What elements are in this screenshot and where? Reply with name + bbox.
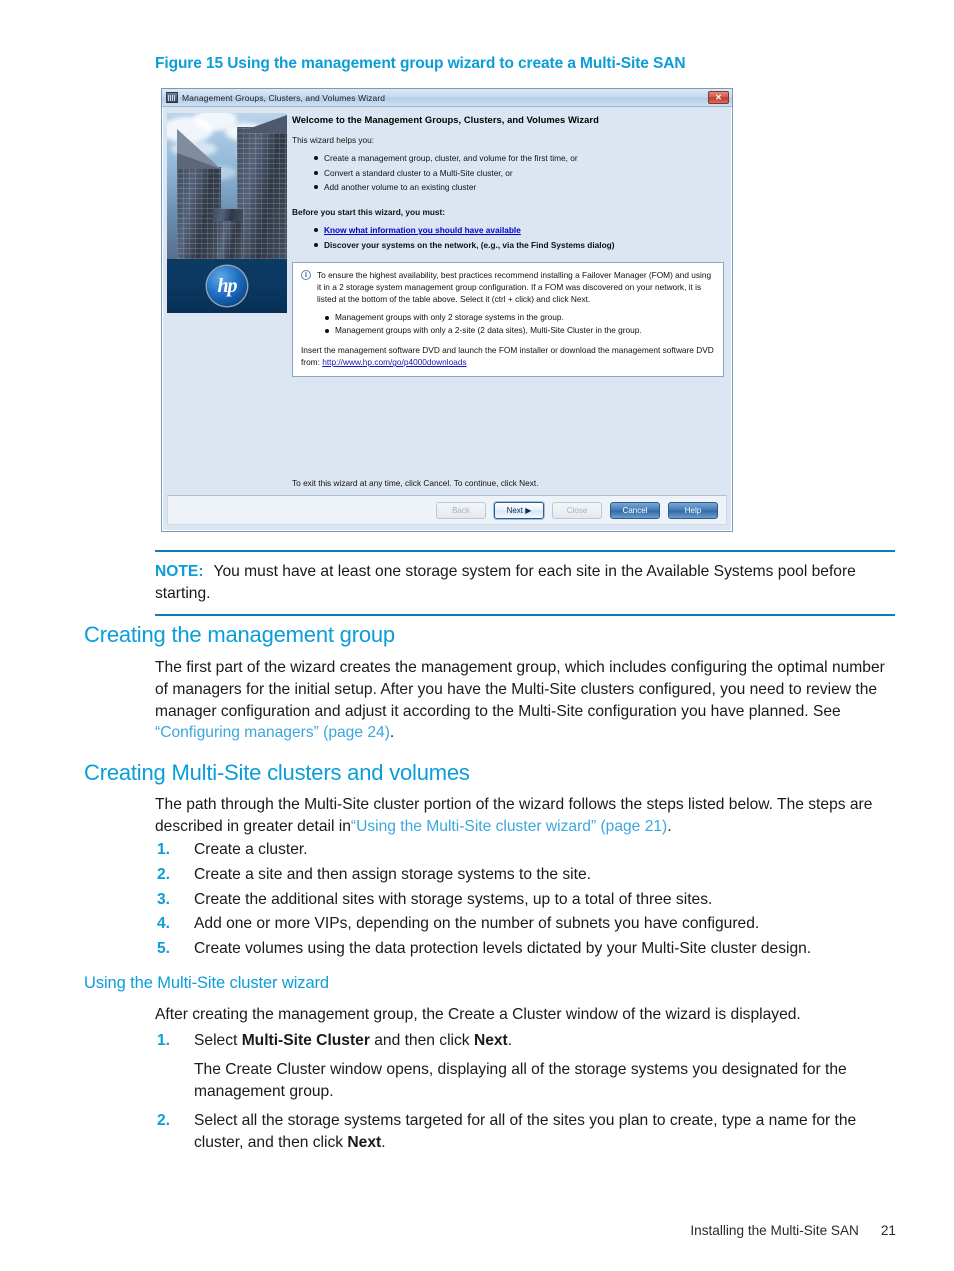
steps-list-clusters: 1. Create a cluster. 2. Create a site and …: [155, 839, 900, 963]
application-icon: [166, 92, 178, 103]
list-item: Add another volume to an existing cluste…: [314, 181, 724, 193]
list-item: 4. Add one or more VIPs, depending on the…: [155, 913, 900, 935]
configuring-managers-xref[interactable]: “Configuring managers” (page 24): [155, 724, 390, 741]
note-block: NOTE: You must have at least one storage …: [155, 550, 895, 616]
step-number: 2.: [157, 865, 171, 883]
list-item: Know what information you should have av…: [314, 224, 724, 236]
help-button[interactable]: Help: [668, 501, 718, 519]
page-number: 21: [880, 1223, 896, 1238]
step-number: 1.: [157, 841, 171, 858]
step-text: Add one or more VIPs, depending on the n…: [194, 915, 760, 933]
hp-logo: hp: [167, 259, 287, 313]
wizard-before-heading: Before you start this wizard, you must:: [292, 207, 446, 218]
downloads-link[interactable]: http://www.hp.com/go/p4000downloads: [322, 357, 466, 367]
step-number: 1.: [157, 1032, 171, 1049]
close-icon[interactable]: ✕: [708, 91, 729, 104]
step-text: Create the additional sites with storage…: [194, 890, 713, 908]
wizard-exit-note: To exit this wizard at any time, click C…: [292, 478, 539, 488]
wizard-dialog: Management Groups, Clusters, and Volumes…: [161, 88, 733, 532]
wizard-welcome-heading: Welcome to the Management Groups, Cluste…: [292, 114, 599, 125]
info-icon: i: [301, 270, 311, 281]
step-text-bold-next: Next: [473, 1032, 508, 1049]
wizard-title-bar: Management Groups, Clusters, and Volumes…: [162, 89, 732, 107]
wizard-info-box: i To ensure the highest availability, be…: [292, 262, 724, 377]
step-text: Create a site and then assign storage sy…: [194, 865, 591, 883]
wizard-helps-list: Create a management group, cluster, and …: [292, 152, 724, 193]
list-item: 2. Select all the storage systems targete…: [155, 1110, 900, 1154]
list-item: Discover your systems on the network, (e…: [314, 239, 724, 251]
back-button[interactable]: Back: [436, 501, 486, 519]
info-box-paragraph: To ensure the highest availability, best…: [317, 270, 712, 305]
list-item: Management groups with only 2 storage sy…: [325, 312, 715, 324]
paragraph-using-wizard-intro: After creating the management group, the…: [155, 1006, 801, 1023]
paragraph-text: The first part of the wizard creates the…: [155, 659, 885, 720]
paragraph-creating-clusters: The path through the Multi-Site cluster …: [155, 794, 897, 838]
step-number: 4.: [157, 915, 171, 933]
wizard-title: Management Groups, Clusters, and Volumes…: [182, 92, 386, 103]
step-text-pre: Select: [194, 1032, 242, 1049]
list-item: 1. Create a cluster.: [155, 839, 900, 861]
step-text-bold-multi-site-cluster: Multi-Site Cluster: [241, 1032, 370, 1049]
discover-systems-text: Discover your systems on the network, (e…: [324, 239, 615, 250]
list-item: 1. Select Multi-Site Cluster and then cli…: [155, 1030, 900, 1102]
list-item: Management groups with only a 2-site (2 …: [325, 325, 715, 337]
step-text: Create volumes using the data protection…: [194, 940, 812, 958]
steps-list-using-wizard: 1. Select Multi-Site Cluster and then cli…: [155, 1030, 900, 1157]
list-item: 5. Create volumes using the data protecti…: [155, 938, 900, 960]
wizard-intro-text: This wizard helps you:: [292, 135, 375, 146]
step-text-mid: and then click: [369, 1032, 474, 1049]
list-item: 2. Create a site and then assign storage …: [155, 864, 900, 886]
note-label: NOTE:: [155, 563, 204, 580]
close-button[interactable]: Close: [552, 501, 602, 519]
info-box-footer: Insert the management software DVD and l…: [301, 344, 715, 369]
list-item: 3. Create the additional sites with stora…: [155, 889, 900, 911]
step-text-pre: Select all the storage systems targeted …: [194, 1112, 857, 1152]
wizard-body: hp Welcome to the Management Groups, Clu…: [162, 107, 732, 531]
note-body: NOTE: You must have at least one storage …: [155, 552, 895, 614]
wizard-before-list: Know what information you should have av…: [292, 224, 724, 251]
paragraph-tail: .: [667, 817, 672, 835]
page-footer: Installing the Multi-Site SAN 21: [0, 1223, 896, 1238]
step-detail-text: The Create Cluster window opens, display…: [194, 1060, 847, 1100]
figure-caption: Figure 15 Using the management group wiz…: [155, 55, 686, 72]
note-text: You must have at least one storage syste…: [155, 563, 856, 602]
step-number: 2.: [157, 1112, 171, 1130]
know-what-information-link[interactable]: Know what information you should have av…: [324, 225, 521, 235]
step-text-post: .: [507, 1032, 513, 1049]
paragraph-tail: .: [389, 724, 395, 742]
list-item: Create a management group, cluster, and …: [314, 152, 724, 164]
info-box-list: Management groups with only 2 storage sy…: [301, 312, 715, 337]
step-text: Create a cluster.: [194, 841, 308, 858]
list-item: Convert a standard cluster to a Multi-Si…: [314, 167, 724, 179]
next-button[interactable]: Next ▶: [494, 501, 544, 519]
using-wizard-xref[interactable]: “Using the Multi-Site cluster wizard” (p…: [351, 818, 667, 835]
step-text-bold-next: Next: [347, 1134, 382, 1152]
note-bottom-rule: [155, 613, 895, 616]
wizard-content: Welcome to the Management Groups, Cluste…: [292, 113, 724, 525]
step-number: 3.: [157, 890, 171, 908]
subsection-heading-using-wizard: Using the Multi-Site cluster wizard: [84, 974, 329, 992]
section-heading-creating-clusters: Creating Multi-Site clusters and volumes: [84, 760, 470, 785]
step-number: 5.: [157, 940, 171, 958]
cancel-button[interactable]: Cancel: [610, 501, 660, 519]
skyscraper-photo: [167, 113, 287, 259]
hp-logo-text: hp: [207, 266, 247, 306]
step-text-post: .: [381, 1134, 386, 1152]
paragraph-creating-management-group: The first part of the wizard creates the…: [155, 657, 897, 744]
footer-text: Installing the Multi-Site SAN: [690, 1223, 859, 1238]
document-page: Figure 15 Using the management group wiz…: [0, 0, 954, 1271]
section-heading-creating-management-group: Creating the management group: [84, 622, 395, 647]
wizard-button-bar: Back Next ▶ Close Cancel Help: [167, 495, 727, 525]
